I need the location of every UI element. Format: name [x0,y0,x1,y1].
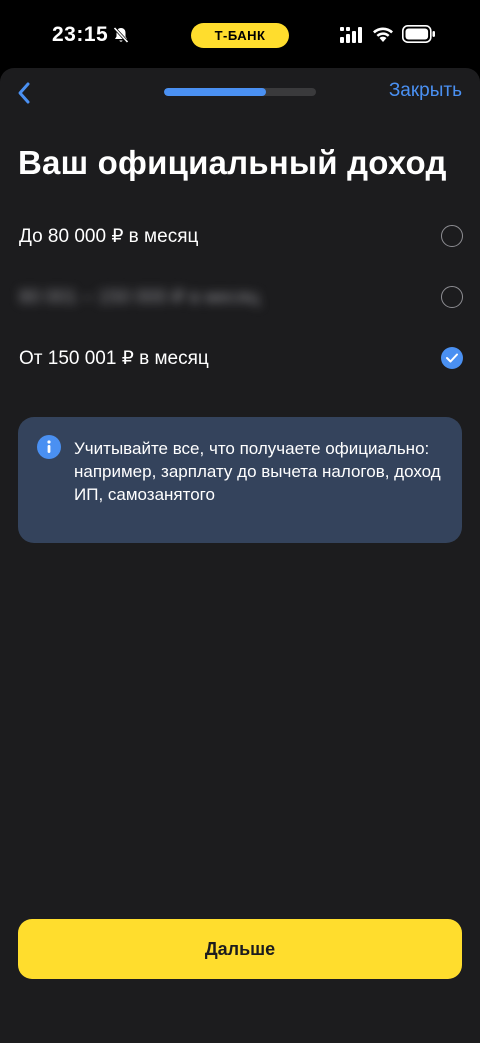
next-button[interactable]: Дальше [18,919,462,979]
radio-unchecked-icon[interactable] [441,225,463,247]
income-sheet: Закрыть Ваш официальный доход До 80 000 … [0,68,480,1043]
chevron-left-icon [18,82,30,104]
radio-checked-icon[interactable] [441,347,463,369]
bell-slash-icon [112,26,130,44]
status-bar: 23:15 Т-БАНК [0,0,480,68]
wifi-icon [372,25,394,48]
income-option-2[interactable]: 80 001 – 150 000 ₽ в месяц [0,273,480,323]
battery-icon [402,25,436,48]
info-card: Учитывайте все, что получаете официально… [18,417,462,543]
option-label: От 150 001 ₽ в месяц [19,348,209,369]
close-button[interactable]: Закрыть [389,80,462,102]
progress-bar [164,88,316,96]
progress-fill [164,88,266,96]
info-icon [37,435,61,459]
bank-badge: Т-БАНК [191,23,289,48]
income-option-1[interactable]: До 80 000 ₽ в месяц [0,212,480,262]
status-time: 23:15 [52,23,109,46]
income-option-3[interactable]: От 150 001 ₽ в месяц [0,334,480,384]
signal-icon [340,27,362,48]
option-label: 80 001 – 150 000 ₽ в месяц [19,287,260,308]
page-title: Ваш официальный доход [18,144,447,181]
option-label: До 80 000 ₽ в месяц [19,226,199,247]
radio-unchecked-icon[interactable] [441,286,463,308]
info-text: Учитывайте все, что получаете официально… [74,439,441,504]
back-button[interactable] [10,78,40,108]
